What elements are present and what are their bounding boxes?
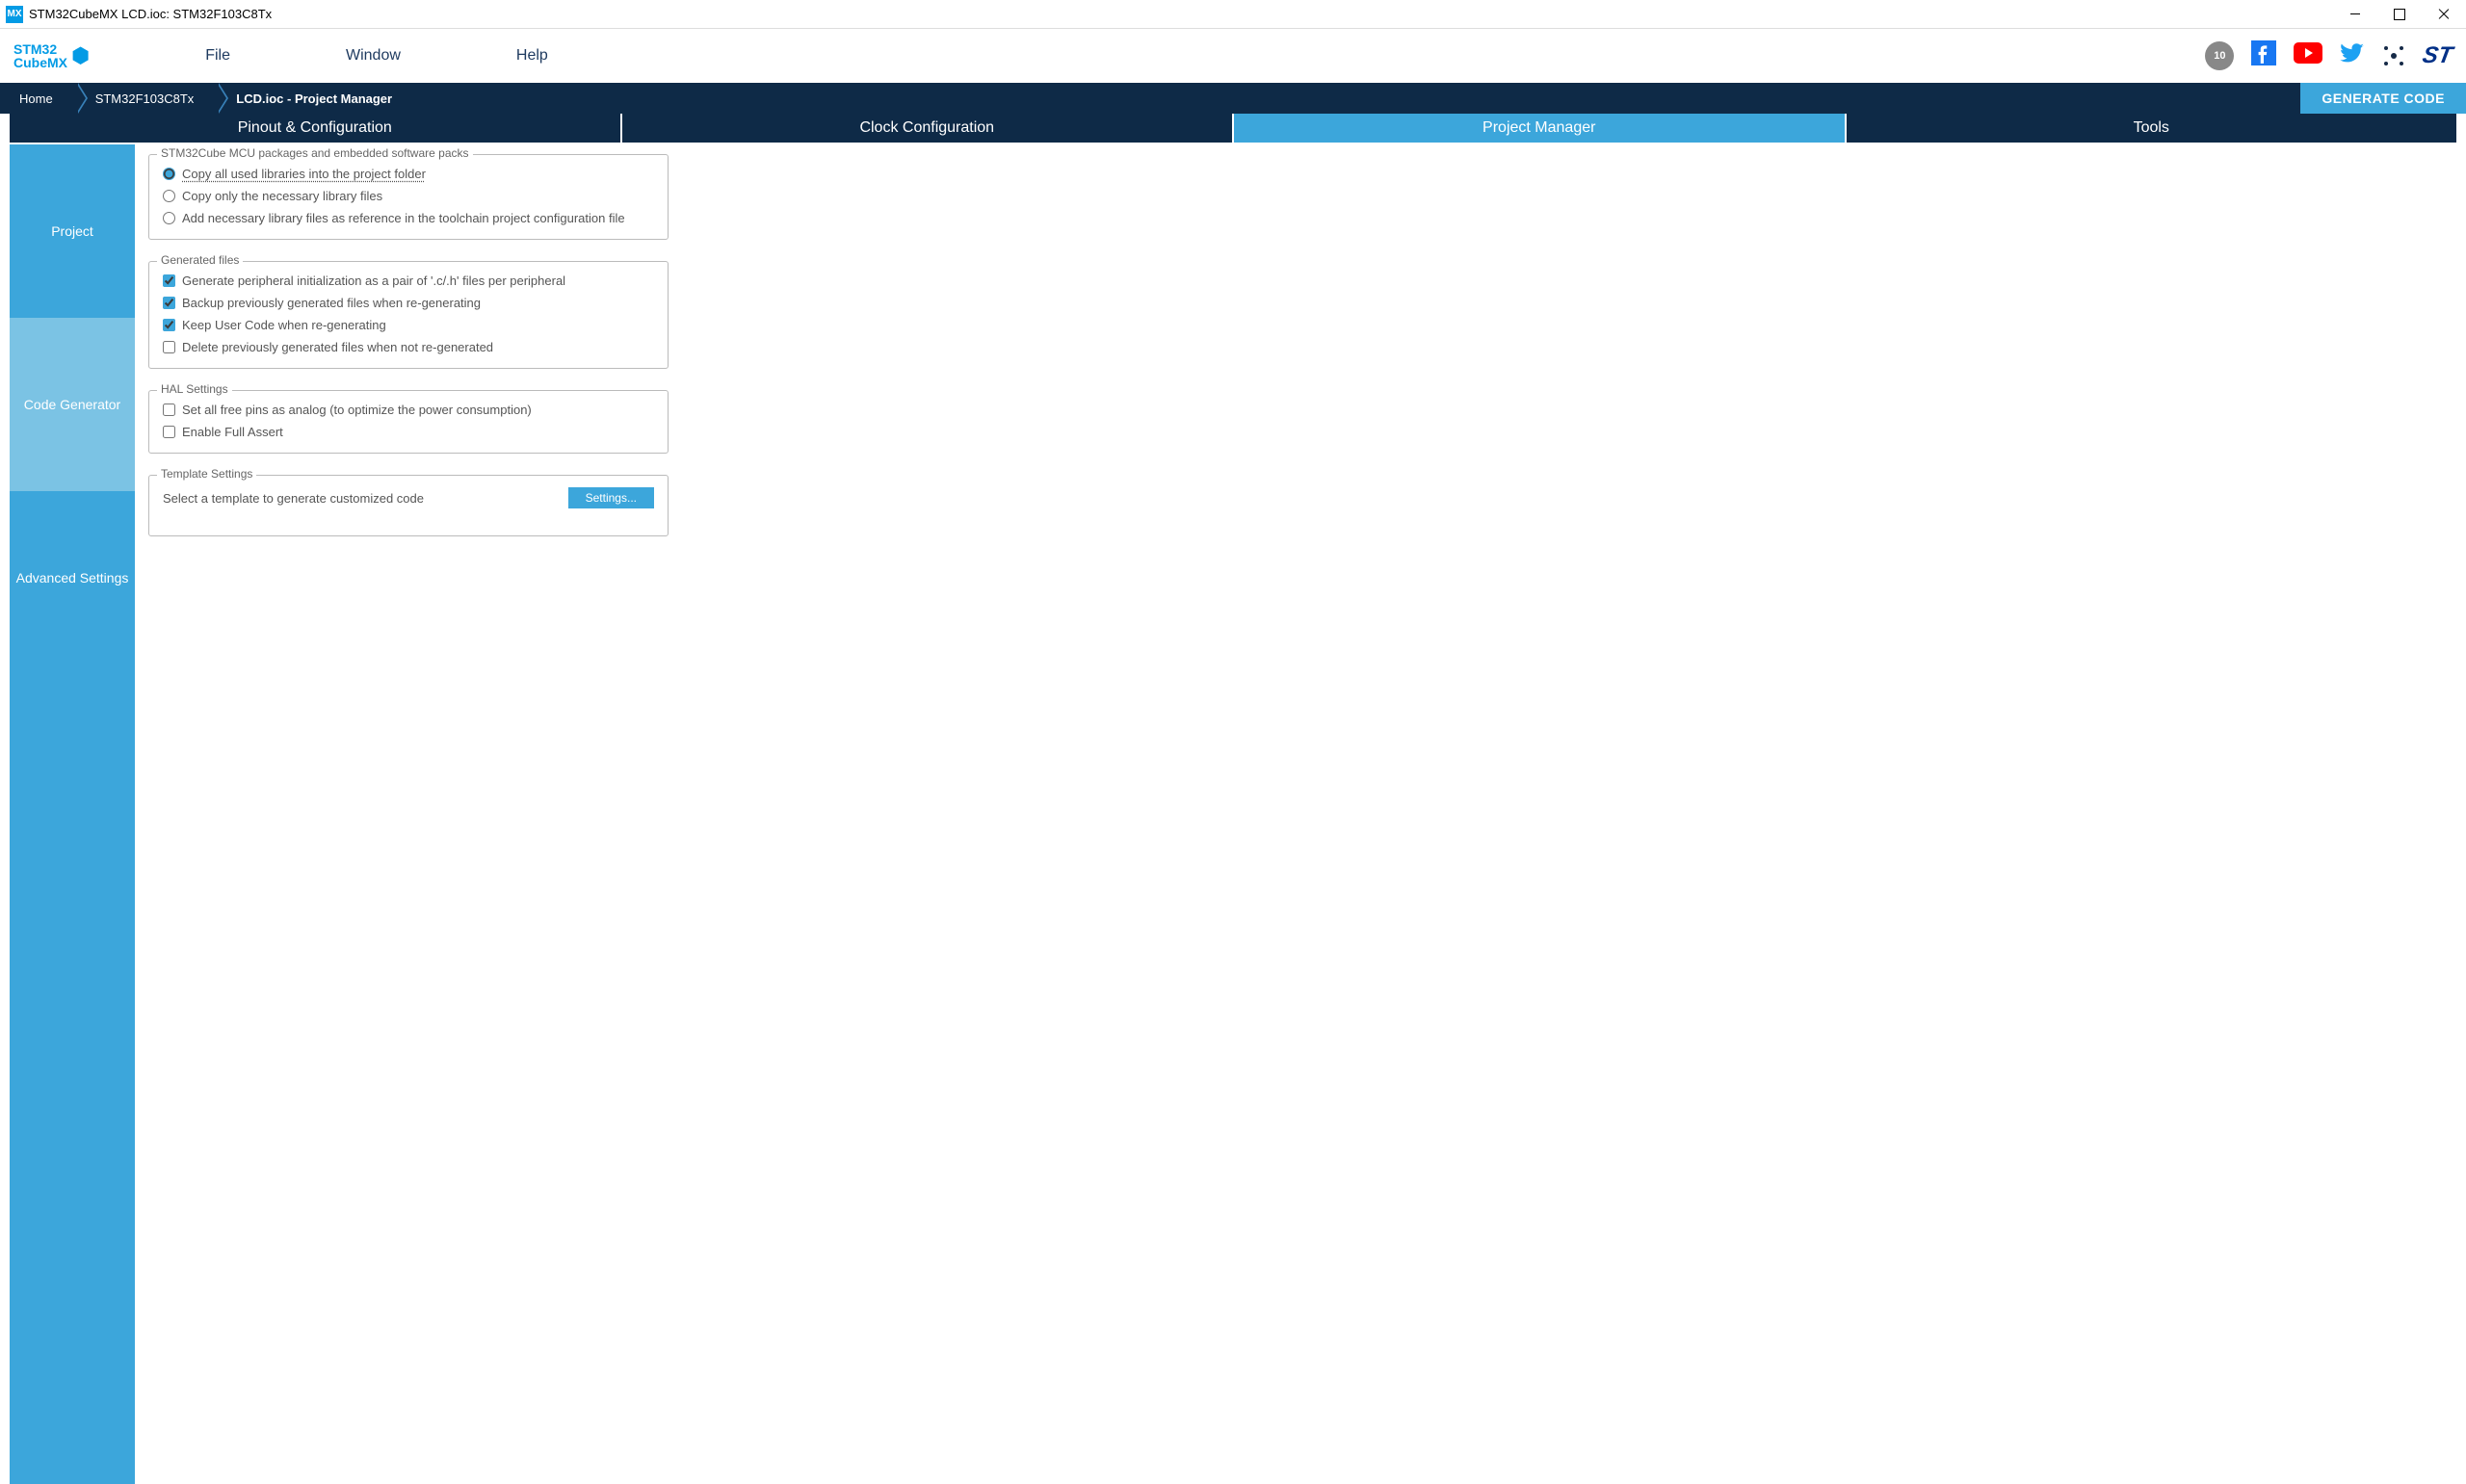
generated-legend: Generated files [157, 253, 243, 267]
content-area: Project Code Generator Advanced Settings… [10, 144, 2456, 1484]
radio-add-reference-input[interactable] [163, 212, 175, 224]
facebook-icon[interactable] [2251, 40, 2276, 72]
radio-copy-necessary-label: Copy only the necessary library files [182, 189, 382, 203]
project-sidebar: Project Code Generator Advanced Settings [10, 144, 135, 1484]
maximize-button[interactable] [2377, 0, 2422, 29]
breadcrumb-current[interactable]: LCD.ioc - Project Manager [217, 83, 415, 114]
packages-group: STM32Cube MCU packages and embedded soft… [148, 154, 669, 240]
menu-file[interactable]: File [205, 47, 230, 65]
generated-files-group: Generated files Generate peripheral init… [148, 261, 669, 369]
template-legend: Template Settings [157, 467, 256, 481]
tab-project-manager[interactable]: Project Manager [1234, 114, 1847, 143]
close-button[interactable] [2422, 0, 2466, 29]
chk-pair-files-label: Generate peripheral initialization as a … [182, 273, 565, 288]
minimize-button[interactable] [2333, 0, 2377, 29]
chk-pair-files-input[interactable] [163, 274, 175, 287]
chk-delete-prev[interactable]: Delete previously generated files when n… [163, 340, 654, 354]
titlebar: MX STM32CubeMX LCD.ioc: STM32F103C8Tx [0, 0, 2466, 29]
breadcrumb-device[interactable]: STM32F103C8Tx [76, 83, 218, 114]
breadcrumb-home[interactable]: Home [0, 83, 76, 114]
radio-copy-necessary[interactable]: Copy only the necessary library files [163, 189, 654, 203]
cube-icon: ⬢ [71, 43, 90, 68]
sidebar-item-code-generator[interactable]: Code Generator [10, 318, 135, 491]
chk-pins-analog-input[interactable] [163, 404, 175, 416]
menu-window[interactable]: Window [346, 47, 401, 65]
radio-copy-necessary-input[interactable] [163, 190, 175, 202]
radio-add-reference[interactable]: Add necessary library files as reference… [163, 211, 654, 225]
twitter-icon[interactable] [2340, 40, 2365, 72]
sidebar-item-project[interactable]: Project [10, 144, 135, 318]
radio-copy-all-input[interactable] [163, 168, 175, 180]
chk-full-assert[interactable]: Enable Full Assert [163, 425, 654, 439]
template-settings-group: Template Settings Select a template to g… [148, 475, 669, 536]
hal-settings-group: HAL Settings Set all free pins as analog… [148, 390, 669, 454]
radio-add-reference-label: Add necessary library files as reference… [182, 211, 625, 225]
settings-panel: STM32Cube MCU packages and embedded soft… [135, 144, 2456, 1484]
chk-backup[interactable]: Backup previously generated files when r… [163, 296, 654, 310]
youtube-icon[interactable] [2294, 42, 2322, 70]
chk-full-assert-input[interactable] [163, 426, 175, 438]
tab-tools[interactable]: Tools [1847, 114, 2457, 143]
chk-pair-files[interactable]: Generate peripheral initialization as a … [163, 273, 654, 288]
template-settings-button[interactable]: Settings... [568, 487, 654, 508]
main-tabs: Pinout & Configuration Clock Configurati… [10, 114, 2456, 143]
chk-backup-input[interactable] [163, 297, 175, 309]
chk-delete-prev-label: Delete previously generated files when n… [182, 340, 493, 354]
app-logo: STM32 CubeMX ⬢ [13, 42, 90, 69]
social-links: 10 ST [2205, 40, 2453, 72]
chk-pins-analog-label: Set all free pins as analog (to optimize… [182, 403, 532, 417]
logo-line2: CubeMX [13, 56, 67, 69]
breadcrumb: Home STM32F103C8Tx LCD.ioc - Project Man… [0, 83, 2466, 114]
chk-delete-prev-input[interactable] [163, 341, 175, 353]
main-menu: File Window Help [205, 47, 548, 65]
menu-help[interactable]: Help [516, 47, 548, 65]
radio-copy-all[interactable]: Copy all used libraries into the project… [163, 167, 654, 181]
chk-backup-label: Backup previously generated files when r… [182, 296, 481, 310]
chk-pins-analog[interactable]: Set all free pins as analog (to optimize… [163, 403, 654, 417]
chk-full-assert-label: Enable Full Assert [182, 425, 283, 439]
generate-code-button[interactable]: GENERATE CODE [2300, 83, 2466, 114]
st-logo-icon[interactable]: ST [2421, 42, 2455, 69]
app-icon: MX [6, 6, 23, 23]
network-icon[interactable] [2382, 44, 2405, 67]
tab-pinout[interactable]: Pinout & Configuration [10, 114, 622, 143]
chk-keep-user-code-input[interactable] [163, 319, 175, 331]
tab-clock[interactable]: Clock Configuration [622, 114, 1235, 143]
sidebar-item-advanced-settings[interactable]: Advanced Settings [10, 491, 135, 664]
radio-copy-all-label: Copy all used libraries into the project… [182, 167, 426, 181]
packages-legend: STM32Cube MCU packages and embedded soft… [157, 146, 473, 160]
sidebar-spacer [10, 664, 135, 1484]
window-title: STM32CubeMX LCD.ioc: STM32F103C8Tx [29, 7, 272, 21]
logo-line1: STM32 [13, 42, 67, 56]
anniversary-badge-icon[interactable]: 10 [2205, 41, 2234, 70]
hal-legend: HAL Settings [157, 382, 232, 396]
chk-keep-user-code[interactable]: Keep User Code when re-generating [163, 318, 654, 332]
template-label: Select a template to generate customized… [163, 491, 424, 506]
top-toolbar: STM32 CubeMX ⬢ File Window Help 10 ST [0, 29, 2466, 83]
chk-keep-user-code-label: Keep User Code when re-generating [182, 318, 386, 332]
